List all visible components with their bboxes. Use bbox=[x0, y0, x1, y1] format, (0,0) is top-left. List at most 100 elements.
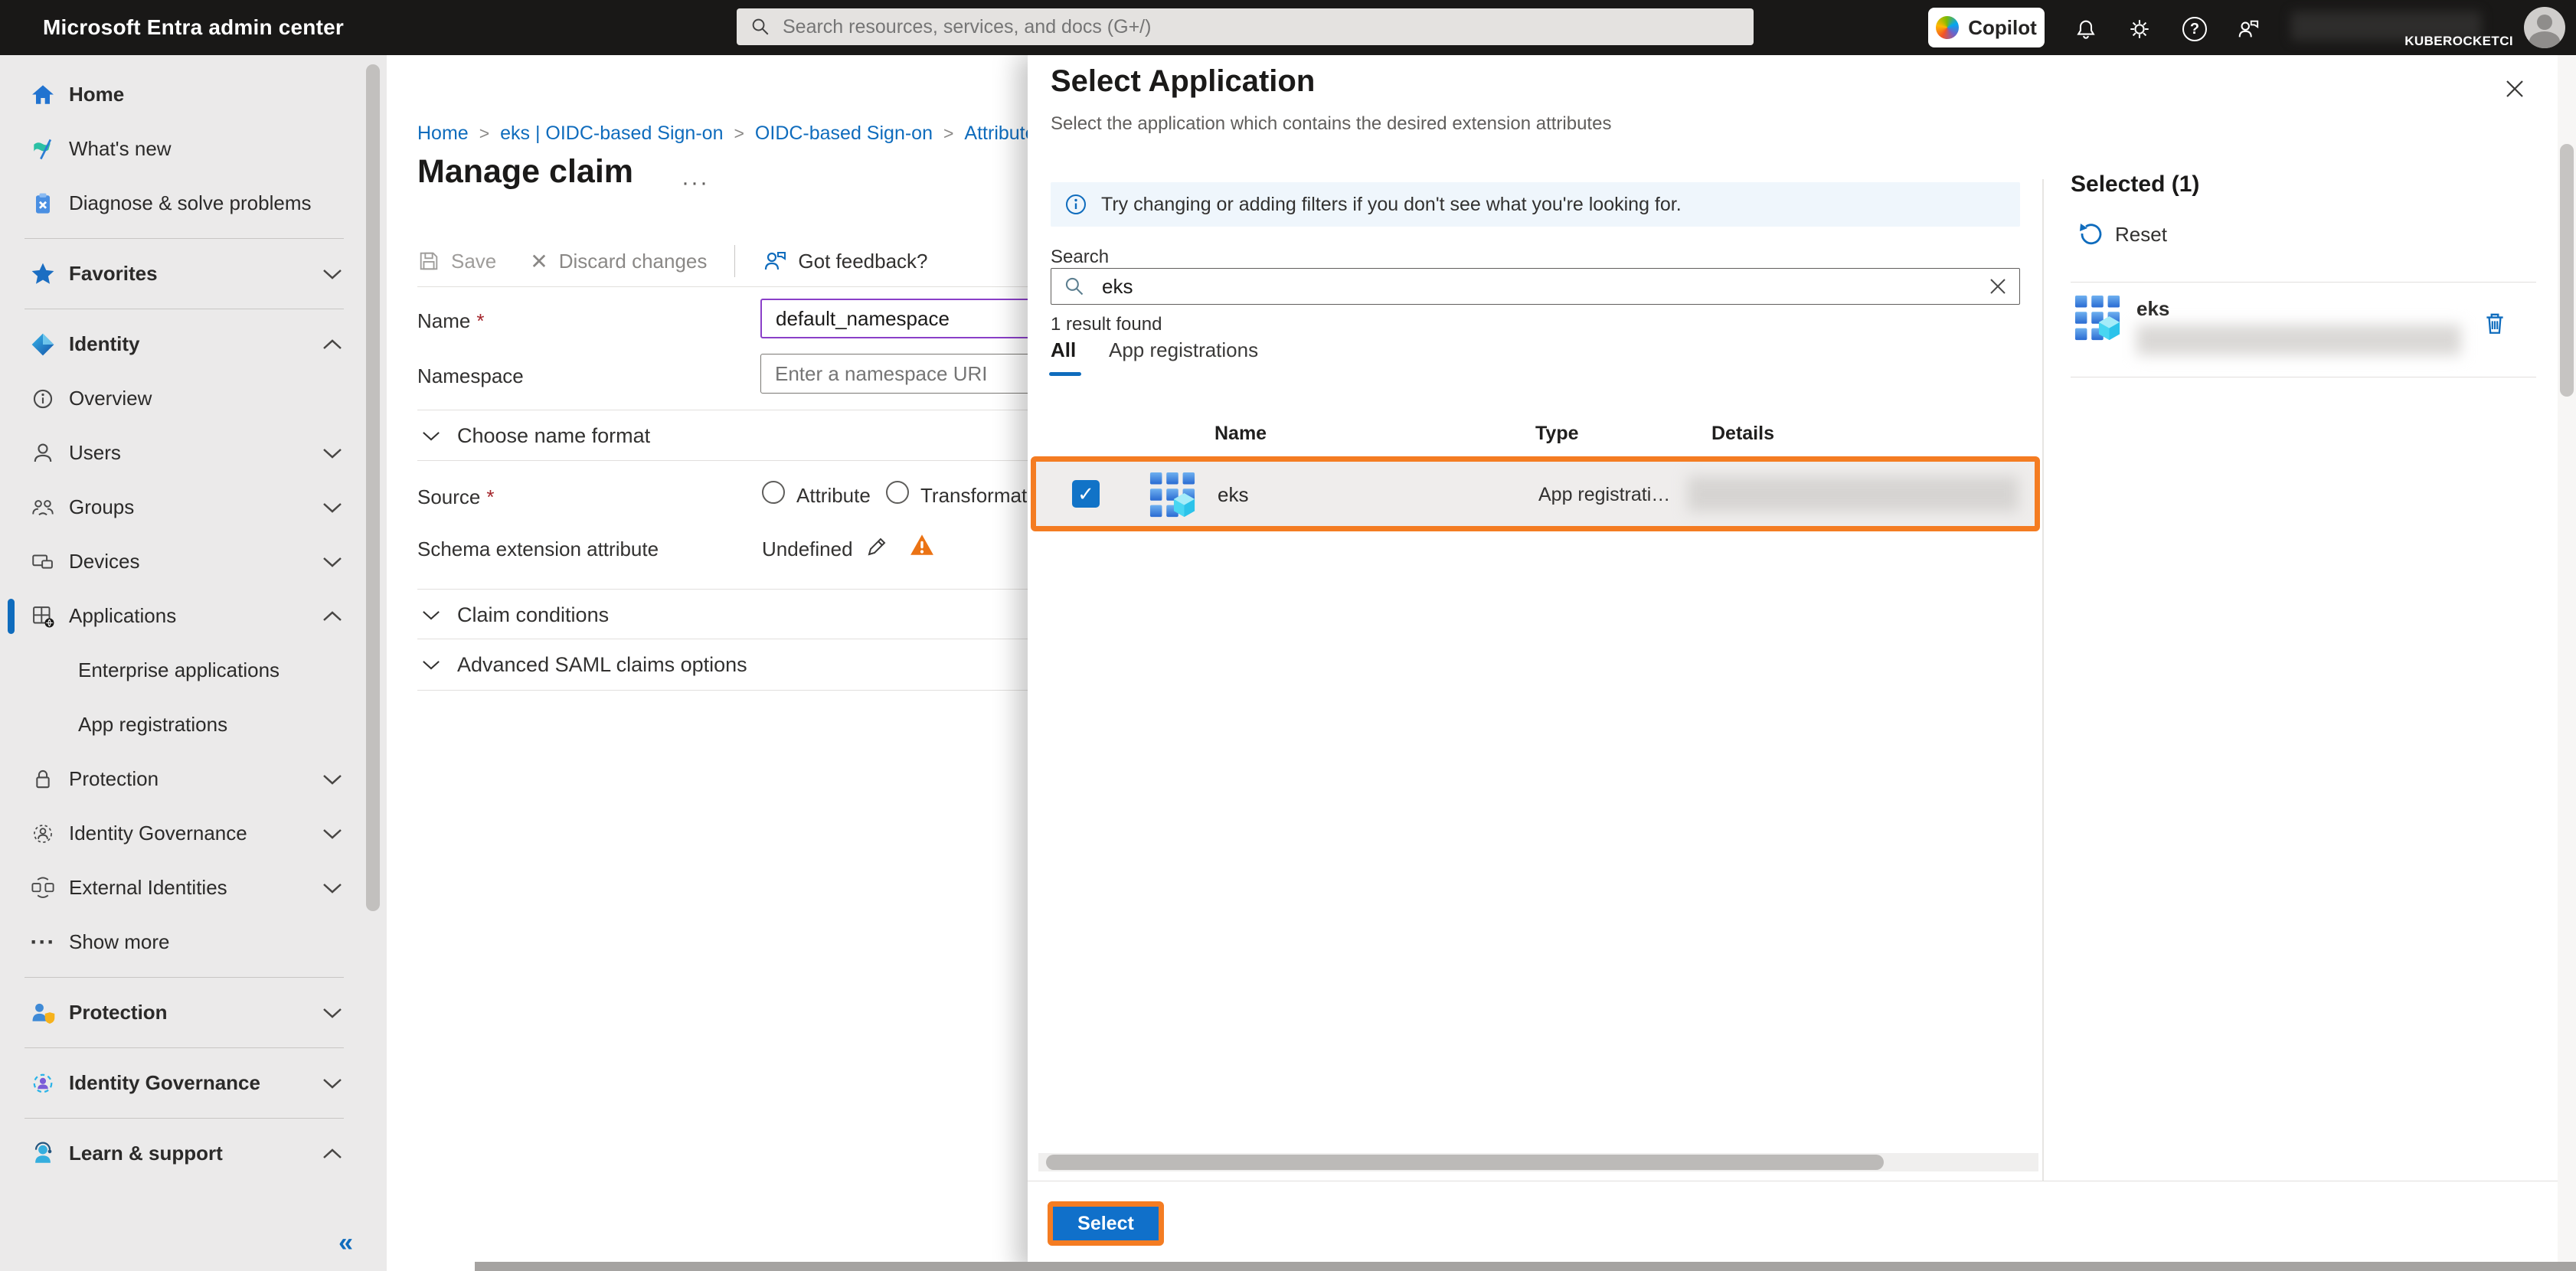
choose-name-format-expander[interactable]: Choose name format bbox=[422, 424, 650, 448]
divider bbox=[417, 286, 1028, 287]
sidebar-item-label: Home bbox=[69, 83, 124, 106]
chevron-down-icon bbox=[322, 1007, 342, 1019]
row-details-redacted bbox=[1688, 476, 2019, 511]
sidebar-item-label: Protection bbox=[69, 767, 159, 791]
tenant-name: KUBEROCKETCI bbox=[2343, 34, 2513, 49]
protection-shield-icon bbox=[26, 996, 60, 1030]
sidebar-item-label: Identity Governance bbox=[69, 1071, 260, 1095]
sidebar-item-devices[interactable]: Devices bbox=[0, 534, 387, 589]
chevron-down-icon bbox=[322, 1077, 342, 1090]
sidebar-item-users[interactable]: Users bbox=[0, 426, 387, 480]
notifications-button[interactable] bbox=[2069, 12, 2103, 46]
advanced-saml-expander[interactable]: Advanced SAML claims options bbox=[422, 653, 747, 677]
chevron-up-icon bbox=[322, 1148, 342, 1160]
sidebar-item-protection[interactable]: Protection bbox=[0, 752, 387, 806]
horizontal-scrollbar-thumb[interactable] bbox=[1046, 1155, 1884, 1170]
source-transformation-label: Transformation bbox=[920, 484, 1028, 508]
sidebar-item-label: App registrations bbox=[78, 713, 227, 737]
breadcrumb-oidc[interactable]: OIDC-based Sign-on bbox=[755, 123, 933, 144]
horizontal-scrollbar-track[interactable] bbox=[1038, 1153, 2038, 1171]
sidebar-item-identity-governance-hub[interactable]: Identity Governance bbox=[0, 1056, 387, 1110]
bottom-scrollbar[interactable] bbox=[475, 1262, 2576, 1271]
panel-search-input[interactable] bbox=[1100, 274, 1973, 299]
feedback-button-page[interactable]: Got feedback? bbox=[763, 249, 927, 273]
global-search-input[interactable] bbox=[781, 15, 1740, 39]
search-icon bbox=[750, 17, 770, 37]
chevron-down-icon bbox=[322, 556, 342, 568]
save-icon bbox=[417, 250, 440, 273]
sidebar-item-protection-hub[interactable]: Protection bbox=[0, 985, 387, 1040]
discard-label: Discard changes bbox=[559, 250, 708, 273]
breadcrumb-attributes[interactable]: Attribute bbox=[964, 123, 1028, 144]
namespace-input[interactable] bbox=[760, 354, 1028, 394]
breadcrumb: Home>eks | OIDC-based Sign-on>OIDC-based… bbox=[417, 123, 1028, 145]
remove-selected-button[interactable] bbox=[2480, 308, 2510, 338]
page-overflow-button[interactable]: ··· bbox=[682, 170, 709, 196]
sidebar-collapse-button[interactable]: « bbox=[338, 1228, 353, 1258]
discard-changes-button[interactable]: ✕ Discard changes bbox=[530, 249, 707, 274]
sidebar-item-app-registrations[interactable]: App registrations bbox=[0, 698, 387, 752]
source-attribute-radio[interactable] bbox=[762, 481, 785, 504]
sidebar-item-label: Overview bbox=[69, 387, 152, 410]
chevron-up-icon bbox=[322, 610, 342, 622]
window-scrollbar-thumb[interactable] bbox=[2560, 144, 2574, 397]
name-input[interactable] bbox=[760, 299, 1028, 338]
select-application-panel: Select Application Select the applicatio… bbox=[1028, 55, 2576, 1271]
source-transformation-radio[interactable] bbox=[886, 481, 909, 504]
divider bbox=[417, 460, 1028, 461]
sidebar-item-diagnose[interactable]: Diagnose & solve problems bbox=[0, 176, 387, 230]
app-title[interactable]: Microsoft Entra admin center bbox=[43, 0, 344, 55]
sidebar-scrollbar[interactable] bbox=[366, 64, 380, 911]
tab-all[interactable]: All bbox=[1051, 338, 1076, 362]
avatar-body bbox=[2529, 31, 2560, 48]
sidebar-item-favorites[interactable]: Favorites bbox=[0, 247, 387, 301]
feedback-button[interactable] bbox=[2231, 12, 2265, 46]
sidebar-item-groups[interactable]: Groups bbox=[0, 480, 387, 534]
select-button[interactable]: Select bbox=[1053, 1207, 1159, 1240]
sidebar-divider bbox=[25, 238, 344, 239]
divider bbox=[417, 589, 1028, 590]
sidebar-item-whats-new[interactable]: What's new bbox=[0, 122, 387, 176]
sidebar-item-external-identities[interactable]: External Identities bbox=[0, 861, 387, 915]
tab-app-registrations[interactable]: App registrations bbox=[1109, 338, 1258, 362]
settings-button[interactable] bbox=[2123, 12, 2156, 46]
sidebar-item-label: Users bbox=[69, 441, 121, 465]
sidebar-item-identity[interactable]: Identity bbox=[0, 317, 387, 371]
whats-new-flag-icon bbox=[26, 132, 60, 166]
bell-icon bbox=[2074, 18, 2097, 41]
sidebar-item-identity-governance[interactable]: Identity Governance bbox=[0, 806, 387, 861]
ellipsis-icon: ··· bbox=[26, 926, 60, 959]
panel-close-button[interactable] bbox=[2498, 72, 2532, 106]
sidebar-item-enterprise-applications[interactable]: Enterprise applications bbox=[0, 643, 387, 698]
application-row-eks[interactable]: ✓ eks App registrati… bbox=[1031, 456, 2040, 531]
info-icon bbox=[1064, 193, 1087, 216]
breadcrumb-eks[interactable]: eks | OIDC-based Sign-on bbox=[500, 123, 723, 144]
panel-search-box[interactable] bbox=[1051, 268, 2020, 305]
sidebar-item-applications[interactable]: Applications bbox=[0, 589, 387, 643]
row-checkbox[interactable]: ✓ bbox=[1072, 480, 1100, 508]
account-avatar[interactable] bbox=[2524, 7, 2565, 48]
sidebar-item-label: Identity bbox=[69, 332, 139, 356]
clear-search-icon[interactable] bbox=[1989, 277, 2007, 296]
lock-icon bbox=[26, 763, 60, 796]
info-banner-text: Try changing or adding filters if you do… bbox=[1101, 194, 1682, 216]
divider bbox=[417, 690, 1028, 691]
save-button[interactable]: Save bbox=[417, 250, 496, 273]
breadcrumb-home[interactable]: Home bbox=[417, 123, 469, 144]
sidebar-item-label: What's new bbox=[69, 137, 172, 161]
chevron-up-icon bbox=[322, 338, 342, 351]
global-search[interactable] bbox=[737, 8, 1754, 45]
learn-support-icon bbox=[26, 1137, 60, 1171]
sidebar-item-home[interactable]: Home bbox=[0, 67, 387, 122]
help-button[interactable]: ? bbox=[2178, 12, 2212, 46]
sidebar-item-learn-support[interactable]: Learn & support bbox=[0, 1126, 387, 1181]
window-scrollbar-track[interactable] bbox=[2558, 55, 2576, 1271]
page-title: Manage claim bbox=[417, 153, 633, 191]
claim-conditions-expander[interactable]: Claim conditions bbox=[422, 603, 609, 627]
copilot-button[interactable]: Copilot bbox=[1928, 8, 2045, 47]
sidebar-item-overview[interactable]: Overview bbox=[0, 371, 387, 426]
edit-pencil-icon[interactable] bbox=[865, 534, 889, 559]
people-icon bbox=[26, 491, 60, 524]
reset-button[interactable]: Reset bbox=[2078, 222, 2167, 247]
sidebar-item-show-more[interactable]: ··· Show more bbox=[0, 915, 387, 969]
